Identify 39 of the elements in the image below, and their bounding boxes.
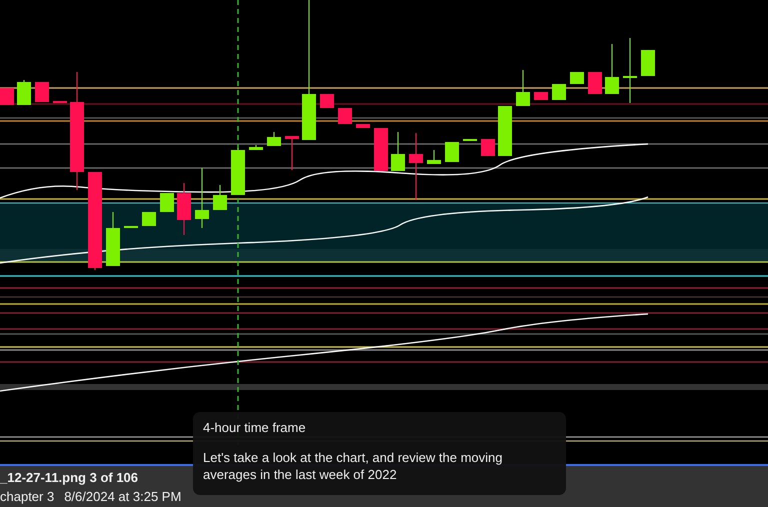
candle bbox=[534, 92, 548, 100]
candle bbox=[0, 88, 14, 106]
candle bbox=[427, 150, 441, 164]
candle bbox=[498, 106, 512, 156]
candle bbox=[177, 182, 191, 236]
candle bbox=[320, 94, 334, 108]
candle bbox=[231, 148, 245, 196]
candle bbox=[641, 50, 655, 76]
tooltip-text: Let's take a look at the chart, and review the moving averages in the last week of 2022 bbox=[203, 449, 504, 483]
candle bbox=[552, 84, 566, 100]
candle bbox=[285, 136, 299, 170]
candle bbox=[249, 144, 263, 150]
album-name: chapter 3 bbox=[0, 488, 54, 504]
candle bbox=[160, 192, 174, 212]
candle bbox=[142, 212, 156, 226]
candle bbox=[35, 82, 49, 102]
candle bbox=[588, 72, 602, 94]
candle bbox=[267, 132, 281, 146]
candle bbox=[463, 138, 477, 142]
file-name-counter: _12-27-11.png 3 of 106 bbox=[0, 470, 138, 484]
candle bbox=[623, 38, 637, 104]
candle bbox=[374, 128, 388, 172]
candle bbox=[17, 80, 31, 106]
candle bbox=[356, 124, 370, 128]
candle bbox=[53, 100, 67, 104]
candle bbox=[106, 212, 120, 266]
candle bbox=[570, 72, 584, 84]
candle bbox=[516, 70, 530, 106]
candle bbox=[605, 44, 619, 94]
candle bbox=[338, 108, 352, 124]
candle bbox=[445, 142, 459, 162]
candle bbox=[391, 132, 405, 172]
photo-date: 8/6/2024 at 3:25 PM bbox=[64, 488, 182, 504]
candle bbox=[124, 226, 138, 228]
candle bbox=[213, 184, 227, 210]
candle bbox=[409, 132, 423, 200]
candle bbox=[481, 138, 495, 156]
candle bbox=[195, 168, 209, 228]
tooltip-title: 4-hour time frame bbox=[203, 420, 307, 435]
